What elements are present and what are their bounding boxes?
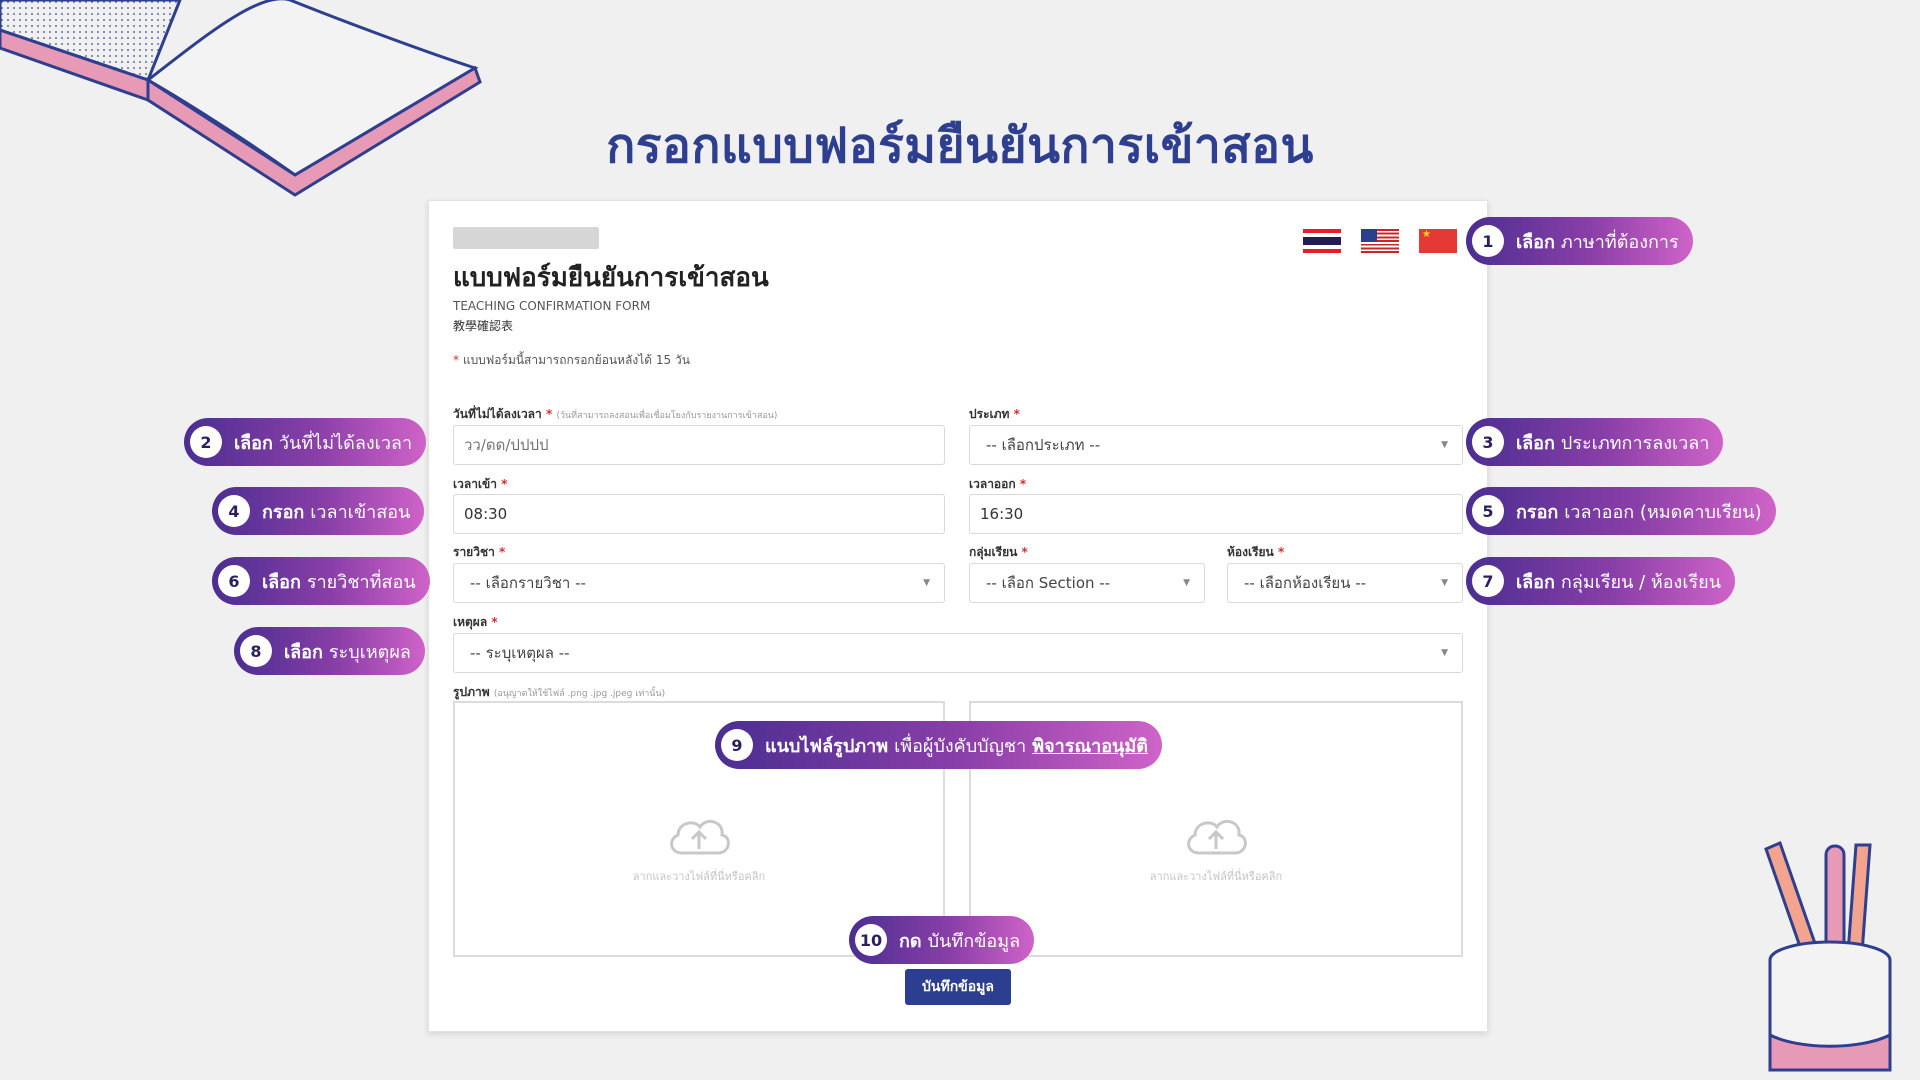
form-subtitle-en: TEACHING CONFIRMATION FORM — [453, 299, 651, 313]
form-title: แบบฟอร์มยืนยันการเข้าสอน — [453, 263, 769, 293]
callout-2: 2 เลือก วันที่ไม่ได้ลงเวลา — [184, 418, 427, 466]
chevron-down-icon: ▼ — [1441, 578, 1448, 588]
subject-select[interactable]: -- เลือกรายวิชา -- ▼ — [453, 563, 945, 603]
page-title: กรอกแบบฟอร์มยืนยันการเข้าสอน — [606, 118, 1314, 174]
upload-hint: ลากและวางไฟล์ที่นี่หรือคลิก — [632, 870, 766, 883]
time-in-label: เวลาเข้า * — [453, 477, 508, 491]
date-label: วันที่ไม่ได้ลงเวลา * (วันที่สามารถลงสอนเ… — [453, 407, 778, 421]
room-label: ห้องเรียน * — [1227, 545, 1285, 559]
callout-9: 9 แนบไฟล์รูปภาพ เพื่อผู้บังคับบัญชา พิจารณา… — [715, 721, 1162, 769]
form-note: * แบบฟอร์มนี้สามารถกรอกย้อนหลังได้ 15 วั… — [453, 353, 690, 367]
time-in-input[interactable]: 08:30 — [453, 494, 945, 534]
form-subtitle-cn: 教學確認表 — [453, 319, 514, 333]
chevron-down-icon: ▼ — [1183, 578, 1190, 588]
type-label: ประเภท * — [969, 407, 1020, 421]
section-label: กลุ่มเรียน * — [969, 545, 1028, 559]
chevron-down-icon: ▼ — [1441, 440, 1448, 450]
callout-5: 5 กรอก เวลาออก (หมดคาบเรียน) — [1466, 487, 1776, 535]
date-input[interactable] — [453, 425, 945, 465]
upload-hint: ลากและวางไฟล์ที่นี่หรือคลิก — [1149, 870, 1283, 883]
language-selector: ★ — [1303, 229, 1457, 253]
room-select[interactable]: -- เลือกห้องเรียน -- ▼ — [1227, 563, 1463, 603]
th-flag-icon[interactable] — [1303, 229, 1341, 253]
us-flag-icon[interactable] — [1361, 229, 1399, 253]
image-label: รูปภาพ (อนุญาตให้ใช้ไฟล์ .png .jpg .jpeg… — [453, 685, 666, 699]
save-button[interactable]: บันทึกข้อมูล — [905, 969, 1011, 1005]
time-out-input[interactable]: 16:30 — [969, 494, 1463, 534]
time-out-label: เวลาออก * — [969, 477, 1027, 491]
callout-10: 10 กด บันทึกข้อมูล — [849, 916, 1035, 964]
chevron-down-icon: ▼ — [923, 578, 930, 588]
logo-placeholder — [453, 227, 599, 249]
callout-7: 7 เลือก กลุ่มเรียน / ห้องเรียน — [1466, 557, 1736, 605]
chevron-down-icon: ▼ — [1441, 648, 1448, 658]
callout-4: 4 กรอก เวลาเข้าสอน — [212, 487, 425, 535]
callout-3: 3 เลือก ประเภทการลงเวลา — [1466, 418, 1724, 466]
callout-1: 1 เลือก ภาษาที่ต้องการ — [1466, 217, 1693, 265]
cn-flag-icon[interactable]: ★ — [1419, 229, 1457, 253]
cloud-upload-icon — [670, 819, 730, 855]
callout-8: 8 เลือก ระบุเหตุผล — [234, 627, 425, 675]
callout-6: 6 เลือก รายวิชาที่สอน — [212, 557, 430, 605]
pencil-cup-illustration — [1764, 840, 1892, 1072]
cloud-upload-icon — [1187, 819, 1247, 855]
reason-label: เหตุผล * — [453, 615, 498, 629]
subject-label: รายวิชา * — [453, 545, 506, 559]
reason-select[interactable]: -- ระบุเหตุผล -- ▼ — [453, 633, 1463, 673]
form-card: แบบฟอร์มยืนยันการเข้าสอน TEACHING CONFIR… — [428, 200, 1488, 1032]
type-select[interactable]: -- เลือกประเภท -- ▼ — [969, 425, 1463, 465]
section-select[interactable]: -- เลือก Section -- ▼ — [969, 563, 1205, 603]
